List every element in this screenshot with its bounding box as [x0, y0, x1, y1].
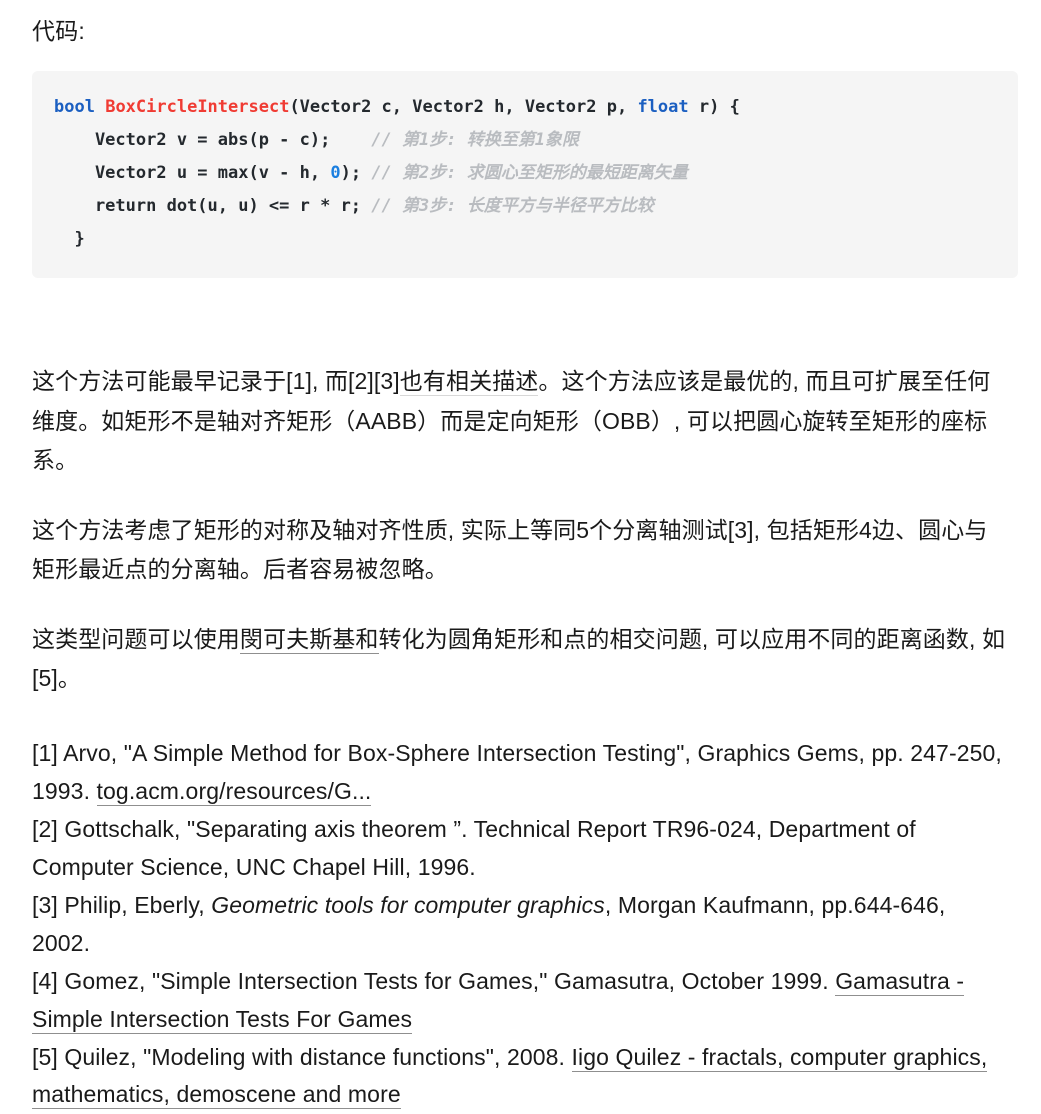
paragraph-minkowski: 这类型问题可以使用閔可夫斯基和转化为圆角矩形和点的相交问题, 可以应用不同的距离…: [32, 620, 1009, 699]
code-token-plain: (Vector2 c, Vector2 h, Vector2 p,: [289, 96, 638, 117]
ref-3-title: Geometric tools for computer graphics: [211, 891, 605, 918]
code-intro-label: 代码:: [32, 18, 85, 44]
code-token-plain: }: [54, 229, 85, 250]
article-page: 代码: bool BoxCircleIntersect(Vector2 c, V…: [0, 0, 1041, 1110]
reference-item-5: [5] Quilez, "Modeling with distance func…: [32, 1039, 1009, 1114]
ref-2-text: [2] Gottschalk, "Separating axis theorem…: [32, 815, 916, 880]
code-token-cmt: // 第1步: 转换至第1象限: [371, 129, 579, 150]
ref-5-text: [5] Quilez, "Modeling with distance func…: [32, 1043, 572, 1070]
prose-group: 这个方法可能最早记录于[1], 而[2][3]也有相关描述。这个方法应该是最优的…: [32, 362, 1009, 699]
para-minkowski-link[interactable]: 閔可夫斯基和: [239, 625, 379, 654]
ref-1-link[interactable]: tog.acm.org/resources/G...: [96, 777, 372, 806]
ref-4-text: [4] Gomez, "Simple Intersection Tests fo…: [32, 967, 836, 994]
code-token-kw: float: [637, 96, 689, 117]
code-block: bool BoxCircleIntersect(Vector2 c, Vecto…: [32, 70, 1018, 279]
reference-item-3: [3] Philip, Eberly, Geometric tools for …: [32, 887, 1009, 963]
code-token-fn: BoxCircleIntersect: [105, 96, 290, 117]
para-sat-text: 这个方法考虑了矩形的对称及轴对齐性质, 实际上等同5个分离轴测试[3], 包括矩…: [32, 516, 988, 583]
code-token-plain: Vector2 u = max(v - h,: [54, 162, 331, 183]
code-token-kw: bool: [54, 96, 95, 117]
code-content[interactable]: bool BoxCircleIntersect(Vector2 c, Vecto…: [54, 91, 996, 257]
para-origin-text: 这个方法可能最早记录于[1], 而[2][3]: [32, 368, 400, 395]
code-token-cmt: // 第2步: 求圆心至矩形的最短距离矢量: [371, 162, 688, 183]
code-token-plain: );: [340, 162, 372, 183]
para-origin-link[interactable]: 也有相关描述: [399, 368, 539, 397]
code-token-plain: return dot(u, u) <= r * r;: [54, 195, 372, 216]
code-token-cmt: // 第3步: 长度平方与半径平方比较: [371, 195, 654, 216]
code-token-plain: Vector2 v = abs(p - c);: [54, 129, 372, 150]
reference-list: [1] Arvo, "A Simple Method for Box-Spher…: [32, 735, 1009, 1114]
paragraph-sat: 这个方法考虑了矩形的对称及轴对齐性质, 实际上等同5个分离轴测试[3], 包括矩…: [32, 511, 1009, 590]
reference-item-1: [1] Arvo, "A Simple Method for Box-Spher…: [32, 735, 1009, 811]
paragraph-origin: 这个方法可能最早记录于[1], 而[2][3]也有相关描述。这个方法应该是最优的…: [32, 362, 1009, 481]
code-token-plain: r) {: [688, 96, 740, 117]
reference-item-4: [4] Gomez, "Simple Intersection Tests fo…: [32, 963, 1009, 1039]
reference-item-2: [2] Gottschalk, "Separating axis theorem…: [32, 811, 1009, 887]
ref-3-text: [3] Philip, Eberly,: [32, 891, 212, 918]
code-token-num: 0: [330, 162, 341, 183]
para-minkowski-text: 这类型问题可以使用: [32, 625, 240, 652]
